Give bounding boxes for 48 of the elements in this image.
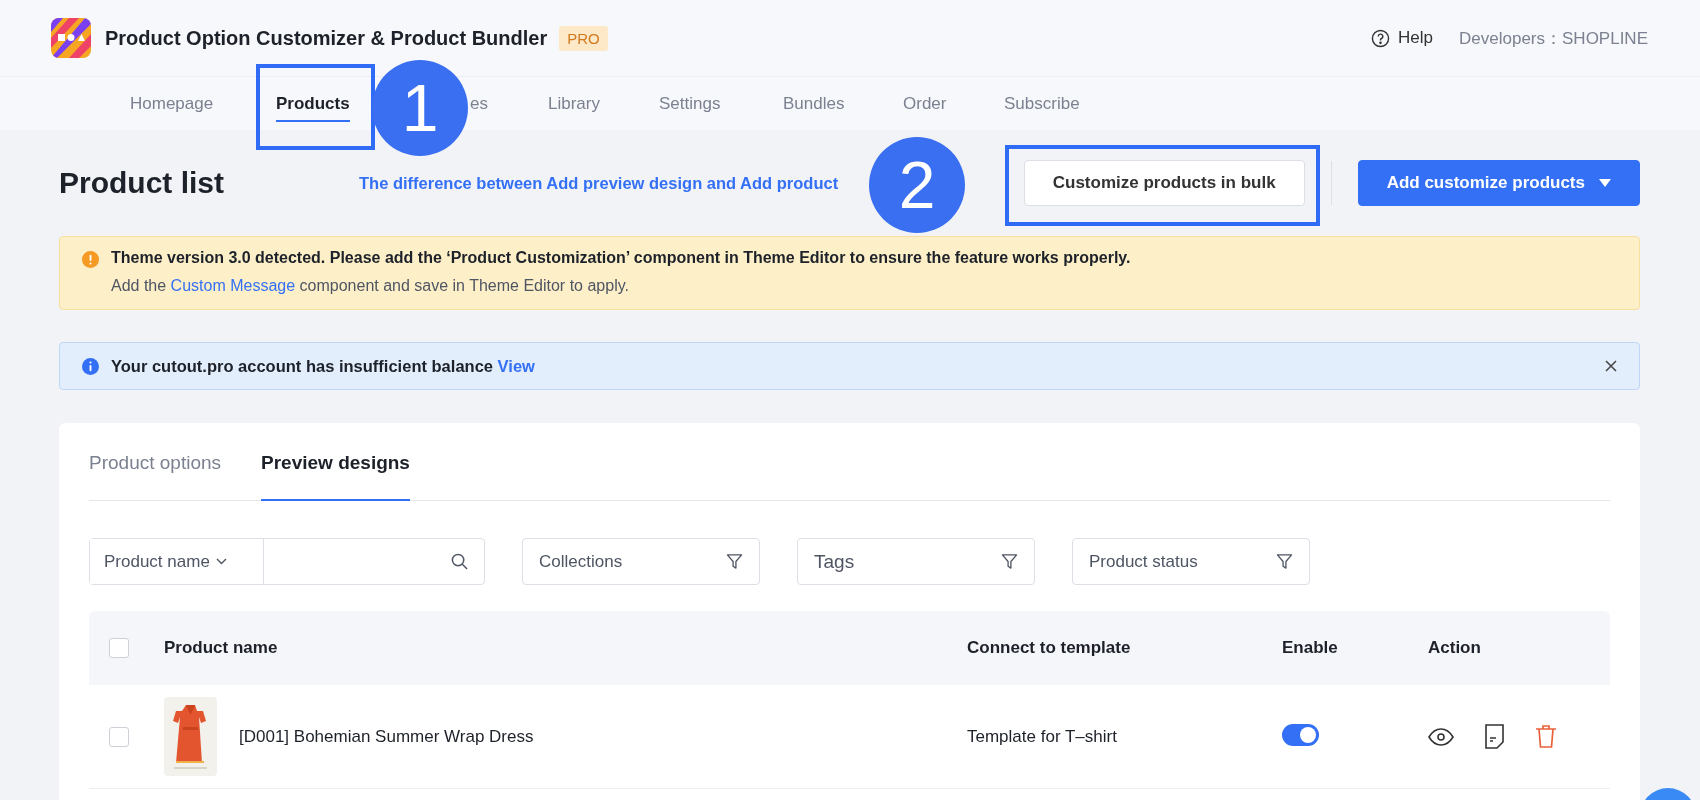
info-icon bbox=[82, 357, 99, 375]
enable-toggle[interactable] bbox=[1282, 723, 1319, 746]
nav-tab[interactable]: Library bbox=[548, 77, 600, 130]
filter-icon bbox=[726, 553, 743, 570]
warning-text: Theme version 3.0 detected. Please add the ‘Product Customization’ component in Theme Editor to ensure the feature works properly. bbox=[111, 249, 1131, 267]
column-header: Connect to template bbox=[967, 638, 1132, 658]
info-text: Your cutout.pro account has insufficient balance bbox=[111, 356, 493, 375]
nav-tab[interactable]: Products bbox=[276, 77, 350, 130]
column-header: Product name bbox=[164, 638, 279, 658]
app-logo bbox=[51, 18, 91, 58]
product-name: [D001] Bohemian Summer Wrap Dress bbox=[239, 726, 534, 747]
caret-icon bbox=[1599, 179, 1611, 187]
filter-icon bbox=[1276, 553, 1293, 570]
nav-tab[interactable]: es bbox=[470, 77, 488, 130]
view-link[interactable]: View bbox=[497, 356, 535, 375]
column-header: Action bbox=[1428, 638, 1482, 658]
custom-message-link[interactable]: Custom Message bbox=[170, 277, 296, 294]
nav-tab[interactable]: Subscribe bbox=[1004, 77, 1080, 130]
nav-tab[interactable]: Order bbox=[903, 77, 947, 130]
developer-label: Developers：SHOPLINE bbox=[1459, 27, 1648, 50]
nav-tab[interactable]: Homepage bbox=[130, 77, 214, 130]
row-checkbox[interactable] bbox=[109, 726, 129, 747]
close-icon[interactable] bbox=[1605, 360, 1617, 372]
help-link[interactable]: The difference between Add preview design and Add product bbox=[359, 173, 839, 193]
select-all-checkbox[interactable] bbox=[109, 638, 129, 658]
plan-badge: PRO bbox=[559, 25, 608, 51]
add-products-button[interactable]: Add customize products bbox=[1357, 160, 1640, 206]
document-icon[interactable] bbox=[1484, 724, 1505, 749]
filter-dropdown[interactable]: Collections bbox=[522, 538, 760, 585]
step-badge: 2 bbox=[869, 137, 965, 233]
content-tab[interactable]: Preview designs bbox=[261, 423, 410, 501]
bulk-customize-button[interactable]: Customize products in bulk bbox=[1023, 160, 1305, 206]
trash-icon[interactable] bbox=[1535, 724, 1557, 749]
nav-tab[interactable]: Settings bbox=[659, 77, 721, 130]
app-title: Product Option Customizer & Product Bundler bbox=[105, 26, 548, 50]
filter-dropdown[interactable]: Product status bbox=[1072, 538, 1310, 585]
warning-icon bbox=[82, 251, 99, 268]
content-tab[interactable]: Product options bbox=[89, 423, 222, 501]
page-title: Product list bbox=[59, 166, 225, 200]
filter-icon bbox=[1001, 553, 1018, 570]
warning-text: Add the Custom Message component and save in Theme Editor to apply. bbox=[111, 277, 630, 295]
template-name: Template for T–shirt bbox=[967, 726, 1118, 747]
nav-tab[interactable]: Bundles bbox=[783, 77, 845, 130]
help-link[interactable]: Help bbox=[1371, 28, 1434, 48]
filter-dropdown[interactable]: Tags bbox=[797, 538, 1035, 585]
eye-icon[interactable] bbox=[1428, 727, 1454, 746]
column-header: Enable bbox=[1282, 638, 1339, 658]
help-icon bbox=[1371, 28, 1391, 48]
